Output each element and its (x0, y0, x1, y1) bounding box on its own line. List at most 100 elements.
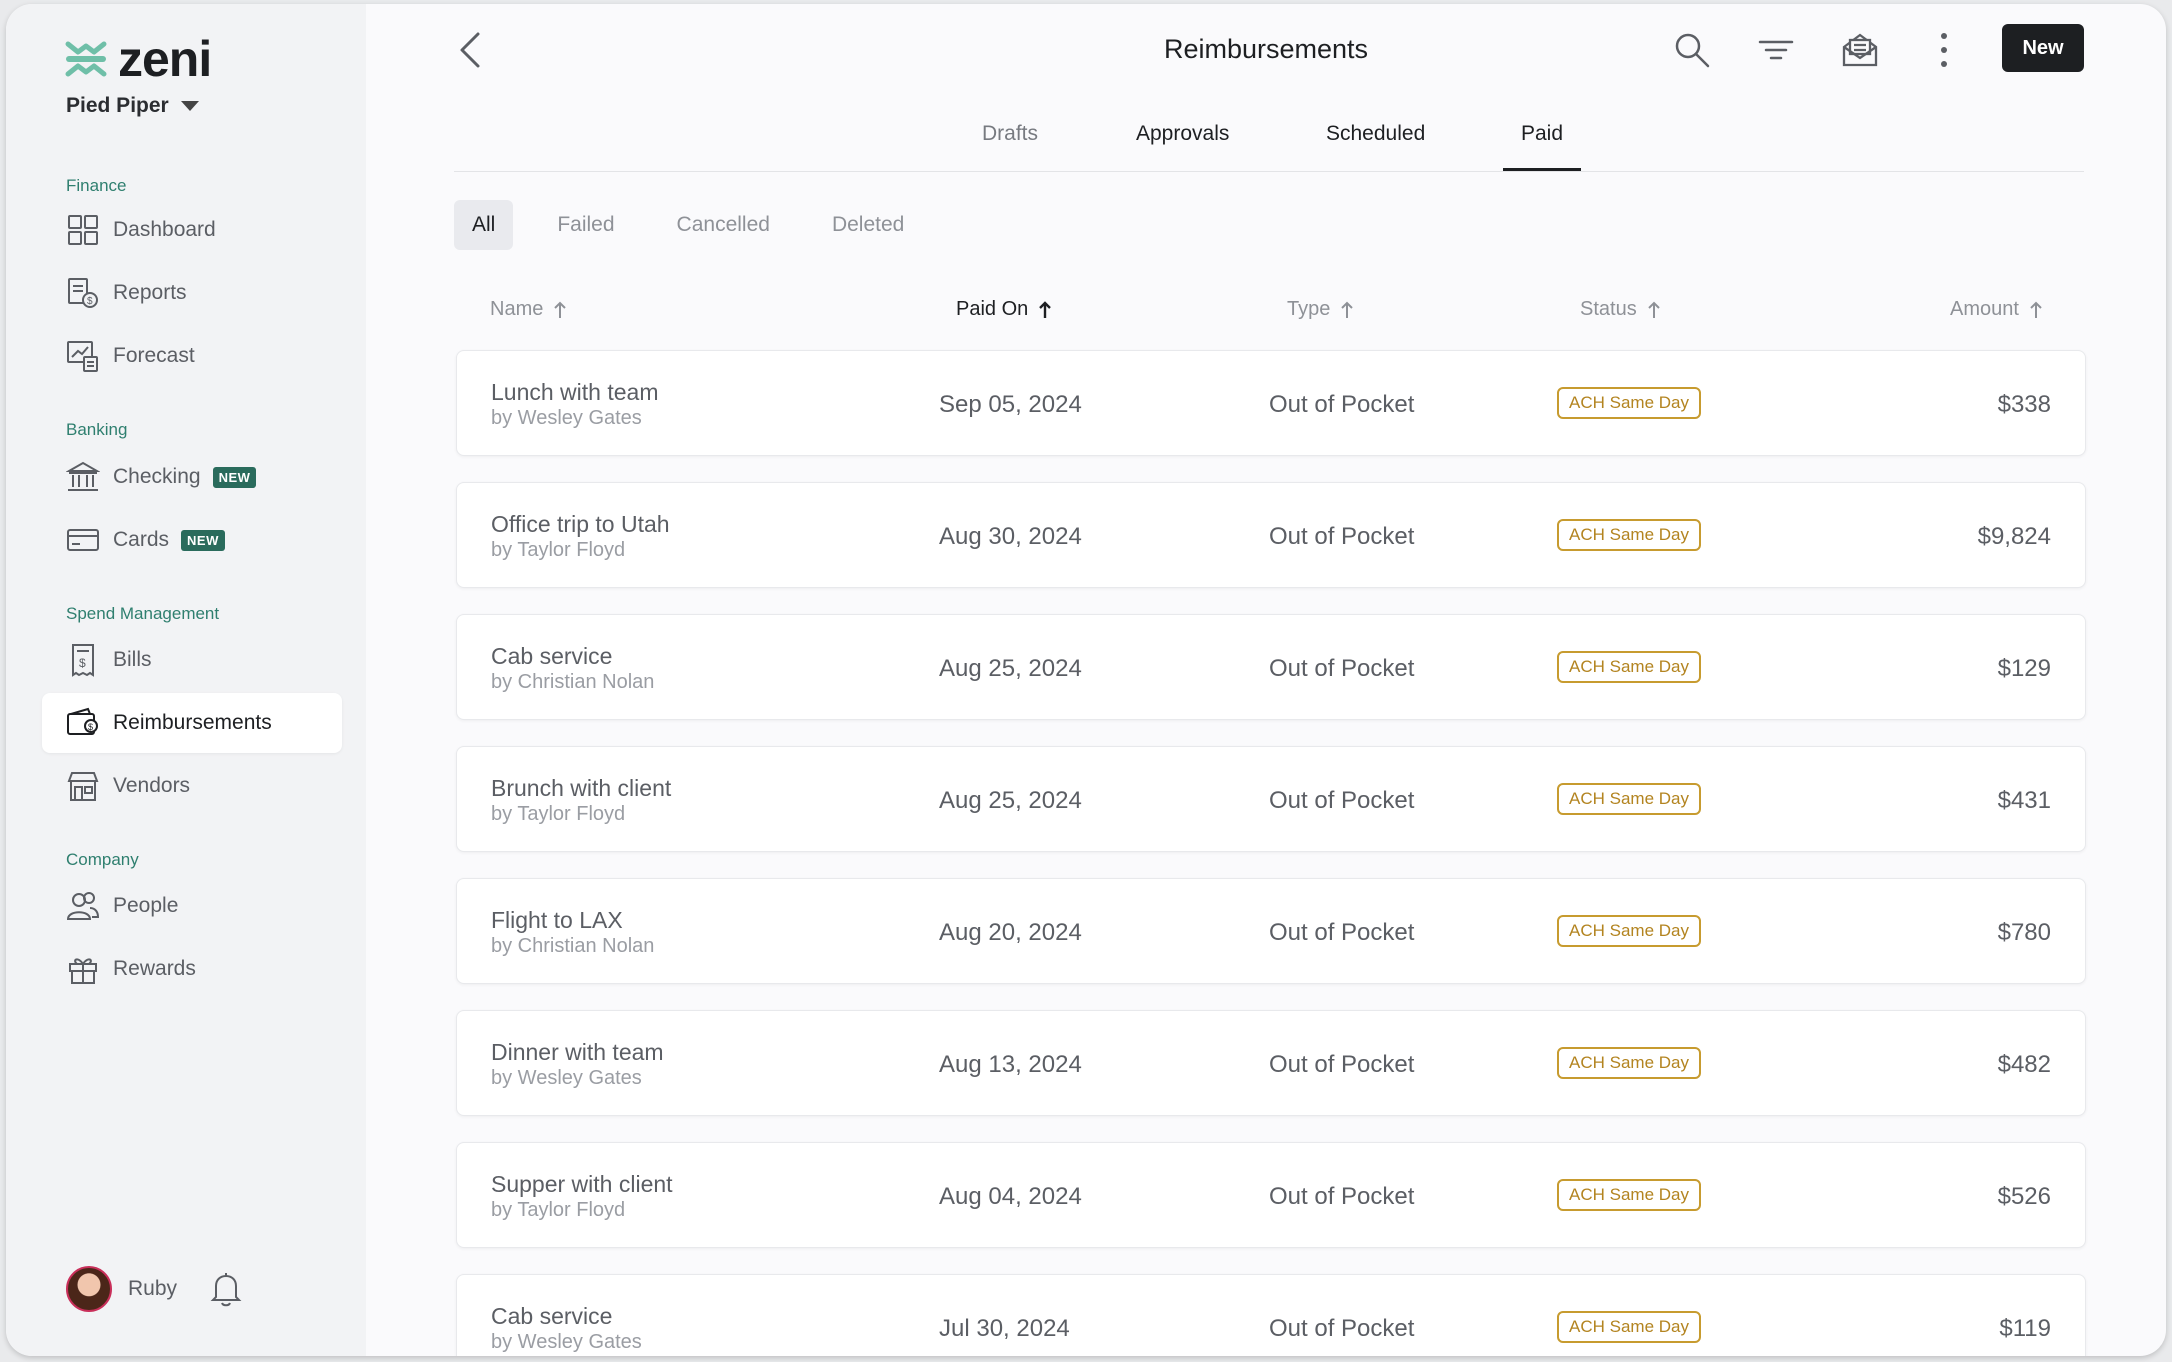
row-name: Cab service (491, 1303, 613, 1329)
column-header-paid-on[interactable]: Paid On (956, 298, 1052, 321)
column-header-type[interactable]: Type (1287, 298, 1354, 321)
svg-text:$: $ (87, 296, 93, 307)
user-name: Ruby (128, 1277, 178, 1300)
dashboard-icon (66, 213, 100, 247)
row-submitter: by Wesley Gates (491, 1331, 642, 1353)
sidebar-item-reimbursements[interactable]: $ Reimbursements (42, 693, 342, 753)
sidebar-item-rewards[interactable]: Rewards (42, 939, 342, 999)
section-label-finance: Finance (66, 176, 127, 195)
new-reimbursement-button[interactable]: New (2002, 24, 2084, 72)
sidebar-item-vendors[interactable]: Vendors (42, 756, 342, 816)
sidebar-item-people[interactable]: People (42, 876, 342, 936)
sidebar-item-label: Cards (113, 528, 170, 551)
sidebar-item-bills[interactable]: $ Bills (42, 630, 342, 690)
row-type: Out of Pocket (1269, 1051, 1415, 1078)
column-header-name[interactable]: Name (490, 298, 567, 321)
sidebar-item-reports[interactable]: $ Reports (42, 263, 342, 323)
filter-all[interactable]: All (454, 200, 514, 250)
row-amount: $129 (1997, 655, 2051, 682)
row-submitter: by Christian Nolan (491, 671, 655, 693)
sidebar-item-label: Vendors (113, 774, 191, 797)
filter-failed[interactable]: Failed (539, 200, 632, 250)
sort-arrow-up-icon (1647, 301, 1660, 318)
table-row[interactable]: Supper with client by Taylor Floyd Aug 0… (456, 1142, 2086, 1248)
row-amount: $119 (1999, 1315, 2051, 1342)
row-submitter: by Taylor Floyd (491, 803, 626, 825)
table-row[interactable]: Cab service by Wesley Gates Jul 30, 2024… (456, 1274, 2086, 1356)
row-amount: $338 (1997, 391, 2051, 418)
table-row[interactable]: Flight to LAX by Christian Nolan Aug 20,… (456, 878, 2086, 984)
row-type: Out of Pocket (1269, 787, 1415, 814)
table-row[interactable]: Brunch with client by Taylor Floyd Aug 2… (456, 746, 2086, 852)
sidebar: zeni Pied Piper Finance Dashboard $ Repo… (6, 4, 366, 1356)
row-name: Flight to LAX (491, 907, 623, 933)
status-badge: ACH Same Day (1557, 1047, 1701, 1079)
sidebar-item-label: Checking (113, 465, 201, 488)
svg-text:$: $ (79, 656, 86, 670)
row-paid-on: Sep 05, 2024 (939, 391, 1082, 418)
row-name: Lunch with team (491, 379, 659, 405)
bell-icon[interactable] (209, 1271, 243, 1307)
row-paid-on: Aug 20, 2024 (939, 919, 1082, 946)
new-badge: NEW (212, 466, 257, 488)
wallet-icon: $ (66, 706, 100, 740)
zeni-logo-icon (65, 41, 107, 77)
section-label-banking: Banking (66, 420, 128, 439)
new-badge: NEW (181, 529, 225, 551)
filter-cancelled[interactable]: Cancelled (659, 200, 788, 250)
tab-scheduled[interactable]: Scheduled (1326, 122, 1425, 146)
mail-envelope-icon (1842, 33, 1878, 67)
status-badge: ACH Same Day (1557, 387, 1701, 419)
column-header-status[interactable]: Status (1580, 298, 1661, 321)
row-amount: $526 (1997, 1183, 2051, 1210)
row-type: Out of Pocket (1269, 1183, 1415, 1210)
filter-deleted[interactable]: Deleted (814, 200, 922, 250)
row-name: Cab service (491, 643, 613, 669)
sidebar-item-cards[interactable]: Cards NEW (42, 510, 342, 570)
table-row[interactable]: Dinner with team by Wesley Gates Aug 13,… (456, 1010, 2086, 1116)
sidebar-item-label: Reports (113, 281, 187, 304)
tab-approvals[interactable]: Approvals (1136, 122, 1229, 146)
filter-button[interactable] (1756, 30, 1796, 70)
forecast-icon (66, 339, 100, 373)
table-row[interactable]: Office trip to Utah by Taylor Floyd Aug … (456, 482, 2086, 588)
status-badge: ACH Same Day (1557, 915, 1701, 947)
gift-icon (66, 952, 100, 986)
column-header-label: Type (1287, 298, 1331, 320)
sort-arrow-up-icon (554, 301, 567, 318)
row-type: Out of Pocket (1269, 391, 1415, 418)
tab-drafts[interactable]: Drafts (982, 122, 1038, 146)
row-submitter: by Taylor Floyd (491, 539, 626, 561)
search-button[interactable] (1672, 30, 1712, 70)
table-row[interactable]: Lunch with team by Wesley Gates Sep 05, … (456, 350, 2086, 456)
row-amount: $780 (1997, 919, 2051, 946)
company-switcher[interactable]: Pied Piper (66, 94, 199, 118)
column-header-amount[interactable]: Amount (1950, 298, 2043, 321)
search-icon (1675, 33, 1710, 68)
status-badge: ACH Same Day (1557, 1311, 1701, 1343)
brand-logo[interactable]: zeni (64, 30, 212, 88)
sidebar-item-label: Reimbursements (113, 711, 272, 734)
sort-arrow-up-icon (1039, 300, 1052, 318)
sidebar-item-forecast[interactable]: Forecast (42, 326, 342, 386)
filter-chips: All Failed Cancelled Deleted (454, 200, 948, 250)
row-submitter: by Wesley Gates (491, 1067, 642, 1089)
row-amount: $431 (1997, 787, 2051, 814)
table-row[interactable]: Cab service by Christian Nolan Aug 25, 2… (456, 614, 2086, 720)
sort-arrow-up-icon (1341, 301, 1354, 318)
inbox-button[interactable] (1840, 30, 1880, 70)
sidebar-item-dashboard[interactable]: Dashboard (42, 200, 342, 260)
sidebar-item-checking[interactable]: Checking NEW (42, 447, 342, 507)
row-paid-on: Aug 25, 2024 (939, 655, 1082, 682)
user-menu[interactable]: Ruby (66, 1266, 243, 1312)
row-paid-on: Jul 30, 2024 (939, 1315, 1070, 1342)
more-options-button[interactable] (1924, 30, 1964, 70)
sidebar-item-label: Forecast (113, 344, 195, 367)
row-name: Brunch with client (491, 775, 672, 801)
status-badge: ACH Same Day (1557, 519, 1701, 551)
row-type: Out of Pocket (1269, 919, 1415, 946)
page-title: Reimbursements (1163, 34, 1369, 64)
status-badge: ACH Same Day (1557, 783, 1701, 815)
tab-paid[interactable]: Paid (1521, 122, 1563, 146)
card-icon (66, 523, 100, 557)
